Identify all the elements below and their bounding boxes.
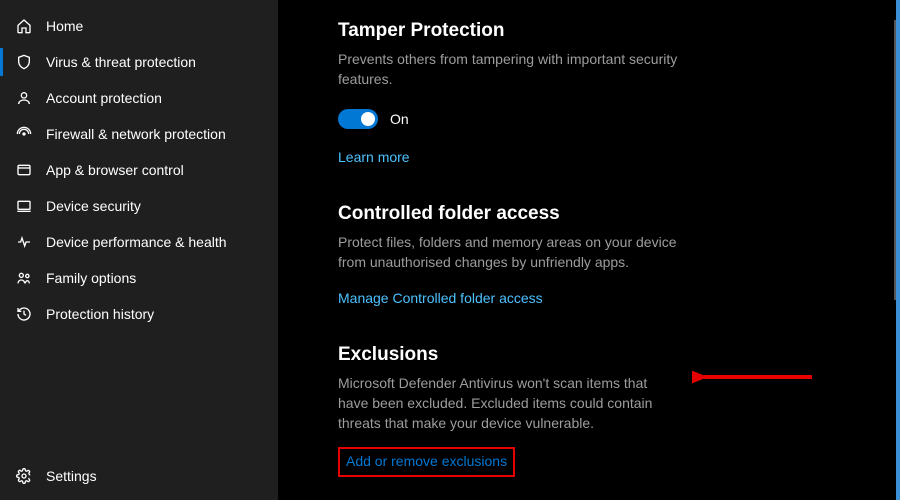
sidebar-item-label: Device security — [46, 198, 141, 214]
excl-heading: Exclusions — [338, 344, 840, 366]
sidebar-item-device-security[interactable]: Device security — [0, 188, 278, 224]
sidebar-item-settings[interactable]: Settings — [0, 458, 278, 494]
account-icon — [14, 88, 34, 108]
annotation-highlight: Add or remove exclusions — [338, 447, 515, 477]
sidebar-item-label: App & browser control — [46, 162, 184, 178]
sidebar-item-performance[interactable]: Device performance & health — [0, 224, 278, 260]
sidebar-item-label: Protection history — [46, 306, 154, 322]
main-panel: Tamper Protection Prevents others from t… — [278, 0, 900, 500]
app-browser-icon — [14, 160, 34, 180]
window-edge — [896, 0, 900, 500]
cfa-heading: Controlled folder access — [338, 203, 840, 225]
heartbeat-icon — [14, 232, 34, 252]
sidebar-item-label: Settings — [46, 468, 97, 484]
tamper-learn-more-link[interactable]: Learn more — [338, 149, 410, 165]
excl-desc: Microsoft Defender Antivirus won't scan … — [338, 374, 678, 433]
cfa-desc: Protect files, folders and memory areas … — [338, 233, 678, 272]
tamper-toggle[interactable] — [338, 109, 378, 129]
sidebar-item-label: Family options — [46, 270, 136, 286]
tamper-toggle-label: On — [390, 111, 409, 127]
tamper-heading: Tamper Protection — [338, 20, 840, 42]
tamper-desc: Prevents others from tampering with impo… — [338, 50, 678, 89]
sidebar-item-virus-threat[interactable]: Virus & threat protection — [0, 44, 278, 80]
gear-icon — [14, 466, 34, 486]
home-icon — [14, 16, 34, 36]
sidebar-item-label: Virus & threat protection — [46, 54, 196, 70]
family-icon — [14, 268, 34, 288]
excl-add-remove-link[interactable]: Add or remove exclusions — [346, 453, 507, 469]
device-security-icon — [14, 196, 34, 216]
sidebar-item-firewall[interactable]: Firewall & network protection — [0, 116, 278, 152]
sidebar-item-home[interactable]: Home — [0, 8, 278, 44]
sidebar-item-label: Home — [46, 18, 83, 34]
history-icon — [14, 304, 34, 324]
sidebar-item-history[interactable]: Protection history — [0, 296, 278, 332]
sidebar-item-account[interactable]: Account protection — [0, 80, 278, 116]
cfa-manage-link[interactable]: Manage Controlled folder access — [338, 290, 543, 306]
shield-icon — [14, 52, 34, 72]
section-tamper: Tamper Protection Prevents others from t… — [338, 20, 840, 167]
sidebar-item-family[interactable]: Family options — [0, 260, 278, 296]
sidebar: Home Virus & threat protection Account p… — [0, 0, 278, 500]
sidebar-item-label: Firewall & network protection — [46, 126, 226, 142]
sidebar-item-label: Account protection — [46, 90, 162, 106]
firewall-icon — [14, 124, 34, 144]
sidebar-item-label: Device performance & health — [46, 234, 227, 250]
sidebar-item-app-browser[interactable]: App & browser control — [0, 152, 278, 188]
section-cfa: Controlled folder access Protect files, … — [338, 203, 840, 308]
section-exclusions: Exclusions Microsoft Defender Antivirus … — [338, 344, 840, 477]
